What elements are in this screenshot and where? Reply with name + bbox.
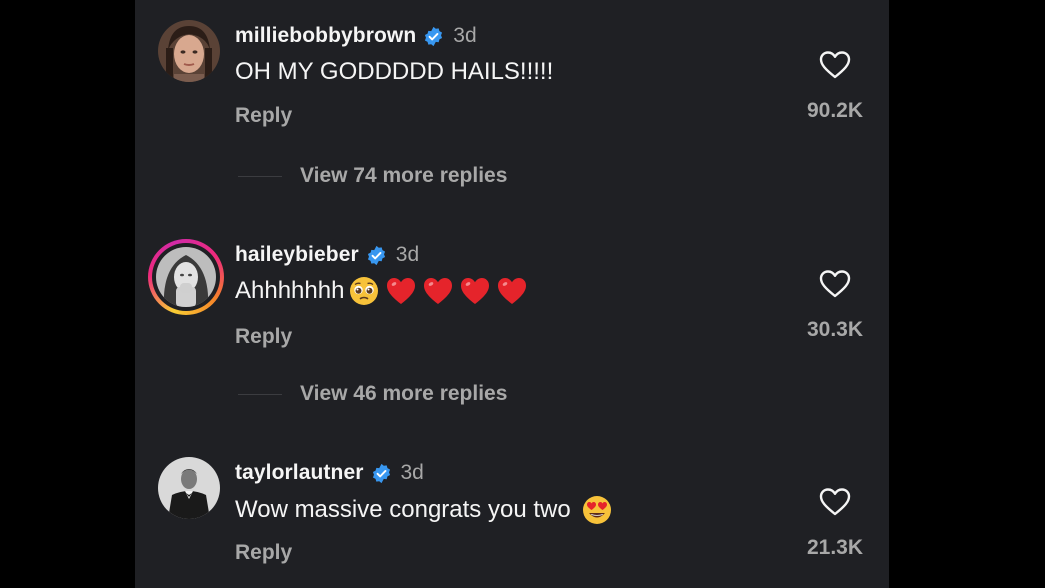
- comment-header: haileybieber 3d: [235, 240, 419, 270]
- avatar: [156, 247, 216, 307]
- comment-item: taylorlautner 3d Wow massive congrats yo…: [135, 437, 889, 577]
- like-count: 21.3K: [806, 536, 864, 559]
- view-more-label: View 74 more replies: [300, 164, 508, 187]
- comment-body: OH MY GODDDDD HAILS!!!!!: [235, 58, 554, 85]
- verified-badge-icon: [423, 26, 444, 47]
- comment-body: Ahhhhhhh: [235, 277, 345, 304]
- emoji-row: [348, 275, 533, 307]
- red-heart-icon: [461, 278, 490, 304]
- like-count: 30.3K: [806, 318, 864, 341]
- heart-icon[interactable]: [819, 487, 851, 517]
- avatar[interactable]: [158, 20, 220, 82]
- view-more-replies-button[interactable]: View 46 more replies: [238, 382, 507, 406]
- heart-eyes-face-icon: [582, 496, 611, 524]
- red-heart-icon: [424, 278, 453, 304]
- comments-panel: milliebobbybrown 3d OH MY GODDDDD HAILS!…: [135, 0, 889, 588]
- divider-line: [238, 393, 282, 395]
- comment-item: milliebobbybrown 3d OH MY GODDDDD HAILS!…: [135, 0, 889, 140]
- avatar[interactable]: [158, 457, 220, 519]
- red-heart-icon: [387, 278, 416, 304]
- username[interactable]: haileybieber: [235, 243, 359, 267]
- divider-line: [238, 175, 282, 177]
- red-heart-icon: [498, 278, 527, 304]
- pleading-face-icon: [350, 277, 379, 305]
- reply-button[interactable]: Reply: [235, 325, 292, 349]
- avatar-story-ring[interactable]: [148, 239, 224, 315]
- verified-badge-icon: [366, 245, 387, 266]
- comment-text: Ahhhhhhh: [235, 275, 533, 307]
- like-control: [790, 269, 880, 299]
- comment-text: OH MY GODDDDD HAILS!!!!!: [235, 58, 553, 86]
- screen: milliebobbybrown 3d OH MY GODDDDD HAILS!…: [0, 0, 1045, 588]
- emoji-row: [581, 494, 618, 526]
- comment-header: taylorlautner 3d: [235, 458, 424, 488]
- story-ring-gap: [152, 243, 220, 311]
- timestamp: 3d: [453, 24, 477, 47]
- username[interactable]: milliebobbybrown: [235, 24, 416, 48]
- verified-badge-icon: [371, 463, 392, 484]
- timestamp: 3d: [395, 243, 420, 266]
- like-count: 90.2K: [806, 99, 864, 122]
- like-control: [790, 487, 880, 517]
- heart-icon[interactable]: [819, 50, 851, 80]
- comment-header: milliebobbybrown 3d: [235, 21, 477, 51]
- reply-button[interactable]: Reply: [235, 541, 292, 565]
- comment-body: Wow massive congrats you two: [235, 496, 571, 523]
- reply-button[interactable]: Reply: [235, 104, 292, 128]
- heart-icon[interactable]: [819, 269, 851, 299]
- comment-text: Wow massive congrats you two: [235, 494, 618, 526]
- comment-item: haileybieber 3d Ahhhhhhh Reply 30.3K: [135, 219, 889, 359]
- username[interactable]: taylorlautner: [235, 461, 364, 485]
- like-control: [790, 50, 880, 80]
- view-more-replies-button[interactable]: View 74 more replies: [238, 164, 507, 188]
- timestamp: 3d: [400, 461, 424, 484]
- view-more-label: View 46 more replies: [300, 382, 508, 405]
